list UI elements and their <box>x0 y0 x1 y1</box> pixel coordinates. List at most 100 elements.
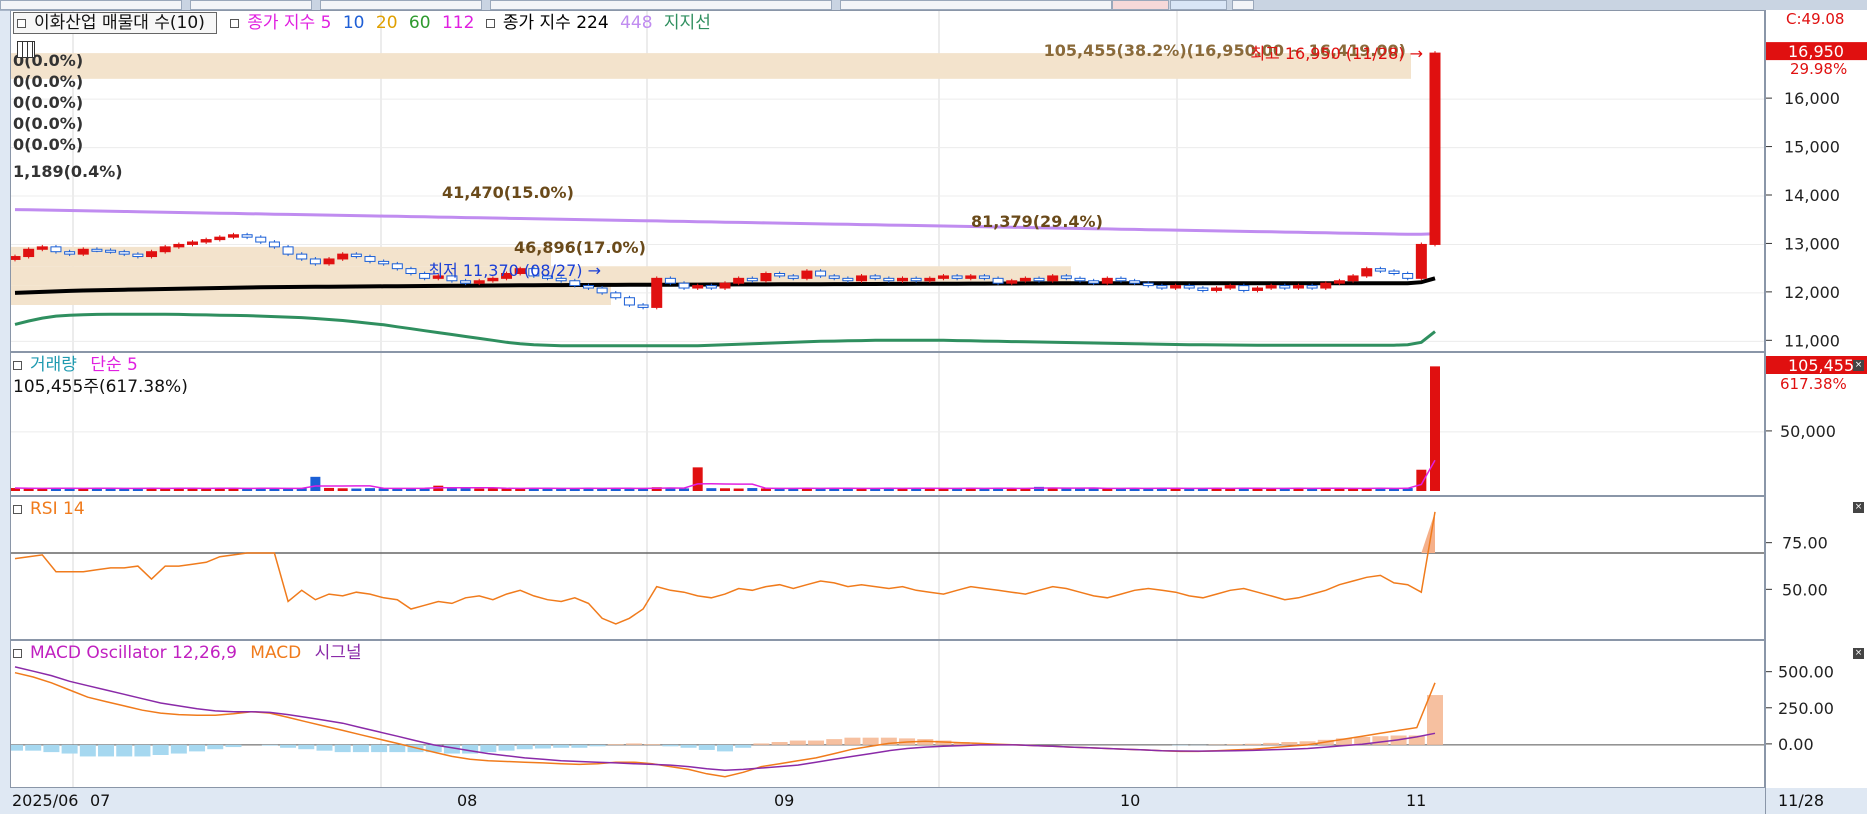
toolbar-field[interactable] <box>320 0 482 10</box>
macd-pane: MACD Oscillator 12,26,9 MACD 시그널 <box>10 640 1765 788</box>
macd-osc-bar <box>589 744 606 747</box>
macd-osc-label[interactable]: MACD Oscillator 12,26,9 <box>30 643 237 663</box>
price-pane: 105,455(38.2%)(16,950.00 ~ 16,419.00) 0(0… <box>10 10 1765 352</box>
candle <box>405 268 417 274</box>
ma-label[interactable]: 종가 지수 5 <box>247 13 331 33</box>
candle <box>255 236 267 243</box>
volume-tick-label: 50,000 <box>1780 422 1836 441</box>
volume-label[interactable]: 거래량 <box>30 355 77 375</box>
candle <box>1224 285 1236 289</box>
candle <box>1088 280 1100 284</box>
ma448-label[interactable]: 448 <box>620 13 652 33</box>
toolbar-button[interactable] <box>1232 0 1254 10</box>
macd-osc-bar <box>134 744 151 757</box>
ma-period-10[interactable]: 10 <box>343 13 365 33</box>
price-title[interactable]: 이화산업 매물대 수(10) <box>13 12 217 34</box>
candle <box>1156 285 1168 289</box>
rsi-axis: 75.00 50.00 × <box>1765 496 1867 640</box>
ma-period-112[interactable]: 112 <box>442 13 474 33</box>
macd-osc-bar <box>43 744 60 753</box>
volume-chart <box>11 353 1764 495</box>
candle <box>11 256 21 260</box>
macd-osc-bar <box>789 740 806 745</box>
candle <box>623 297 635 306</box>
close-rsi-icon[interactable]: × <box>1853 502 1864 513</box>
candle <box>651 277 663 308</box>
volume-bar <box>474 488 485 491</box>
candle <box>296 253 308 260</box>
candle <box>1347 275 1359 282</box>
candle <box>951 275 963 279</box>
price-axis: 16,000 15,000 14,000 13,000 12,000 11,000 16,9… <box>1765 10 1867 352</box>
macd-osc-bar <box>1244 743 1261 745</box>
candle <box>1252 287 1263 291</box>
toolbar-field[interactable] <box>840 0 1112 10</box>
candle <box>1060 275 1072 279</box>
macd-osc-bar <box>98 744 115 757</box>
date-label: 07 <box>90 791 111 810</box>
candle <box>937 275 949 279</box>
macd-osc-bar <box>280 744 297 748</box>
candle <box>36 246 48 250</box>
close-macd-icon[interactable]: × <box>1853 648 1864 659</box>
macd-osc-bar <box>316 744 333 751</box>
macd-osc-bar <box>298 744 315 750</box>
toolbar-field[interactable] <box>190 0 312 10</box>
macd-label[interactable]: MACD <box>250 643 301 663</box>
volume-ma-line <box>14 459 1436 490</box>
candle <box>350 253 362 258</box>
volume-ma-label[interactable]: 단순 5 <box>90 355 138 375</box>
date-label: 11 <box>1406 791 1427 810</box>
candle <box>64 251 76 255</box>
candle <box>1211 287 1223 291</box>
volume-axis-svg: 50,000 105,455617.38% <box>1766 356 1867 441</box>
price-axis-svg: 16,000 15,000 14,000 13,000 12,000 11,000 16,9… <box>1766 10 1867 350</box>
legend-square-icon <box>485 18 495 28</box>
candle <box>664 277 676 284</box>
signal-label[interactable]: 시그널 <box>315 643 362 663</box>
candle <box>992 277 1004 284</box>
rsi-label[interactable]: RSI 14 <box>30 499 85 519</box>
toolbar-field[interactable] <box>0 0 182 10</box>
ma-period-60[interactable]: 60 <box>409 13 431 33</box>
macd-osc-bar <box>389 744 406 753</box>
candle <box>460 280 472 284</box>
volume-bar <box>1061 488 1072 491</box>
macd-axis-svg: 500.00 250.00 0.00 <box>1766 663 1834 754</box>
candle <box>1402 273 1414 279</box>
candle <box>1429 52 1441 245</box>
date-label: 08 <box>457 791 478 810</box>
price-tick-label: 15,000 <box>1784 138 1840 157</box>
toolbar-button[interactable] <box>1170 0 1227 10</box>
price-chart: 105,455(38.2%)(16,950.00 ~ 16,419.00)0(0… <box>11 11 1764 351</box>
candle <box>1019 277 1031 282</box>
candle <box>815 270 827 277</box>
candle <box>159 246 171 253</box>
toolbar-field[interactable] <box>490 0 832 10</box>
support-label[interactable]: 지지선 <box>664 13 711 33</box>
close-volume-icon[interactable]: × <box>1853 360 1864 371</box>
macd-osc-bar <box>498 744 515 751</box>
band-label-zero: 0(0.0%) <box>13 72 83 91</box>
macd-osc-bar <box>571 744 588 748</box>
ma448-line <box>14 208 1436 236</box>
legend-square-icon <box>13 648 22 658</box>
volume-bar <box>365 488 375 491</box>
candle <box>1279 285 1291 289</box>
ma224-label[interactable]: 종가 지수 224 <box>503 13 609 33</box>
candle <box>897 277 908 282</box>
candle <box>692 285 704 289</box>
band-label-81379: 81,379(29.4%) <box>971 212 1103 231</box>
band-label-zero: 0(0.0%) <box>13 135 83 154</box>
candle <box>473 280 485 284</box>
candle <box>965 275 977 279</box>
price-tick-label: 12,000 <box>1784 283 1840 302</box>
ma-period-20[interactable]: 20 <box>376 13 398 33</box>
grid-toggle-icon[interactable] <box>17 41 35 58</box>
macd-osc-bar <box>1263 742 1280 745</box>
candle <box>596 287 608 294</box>
legend-square-icon <box>13 504 22 514</box>
date-label: 2025/06 <box>12 791 79 810</box>
candle <box>1238 285 1250 291</box>
toolbar-button[interactable] <box>1112 0 1169 10</box>
